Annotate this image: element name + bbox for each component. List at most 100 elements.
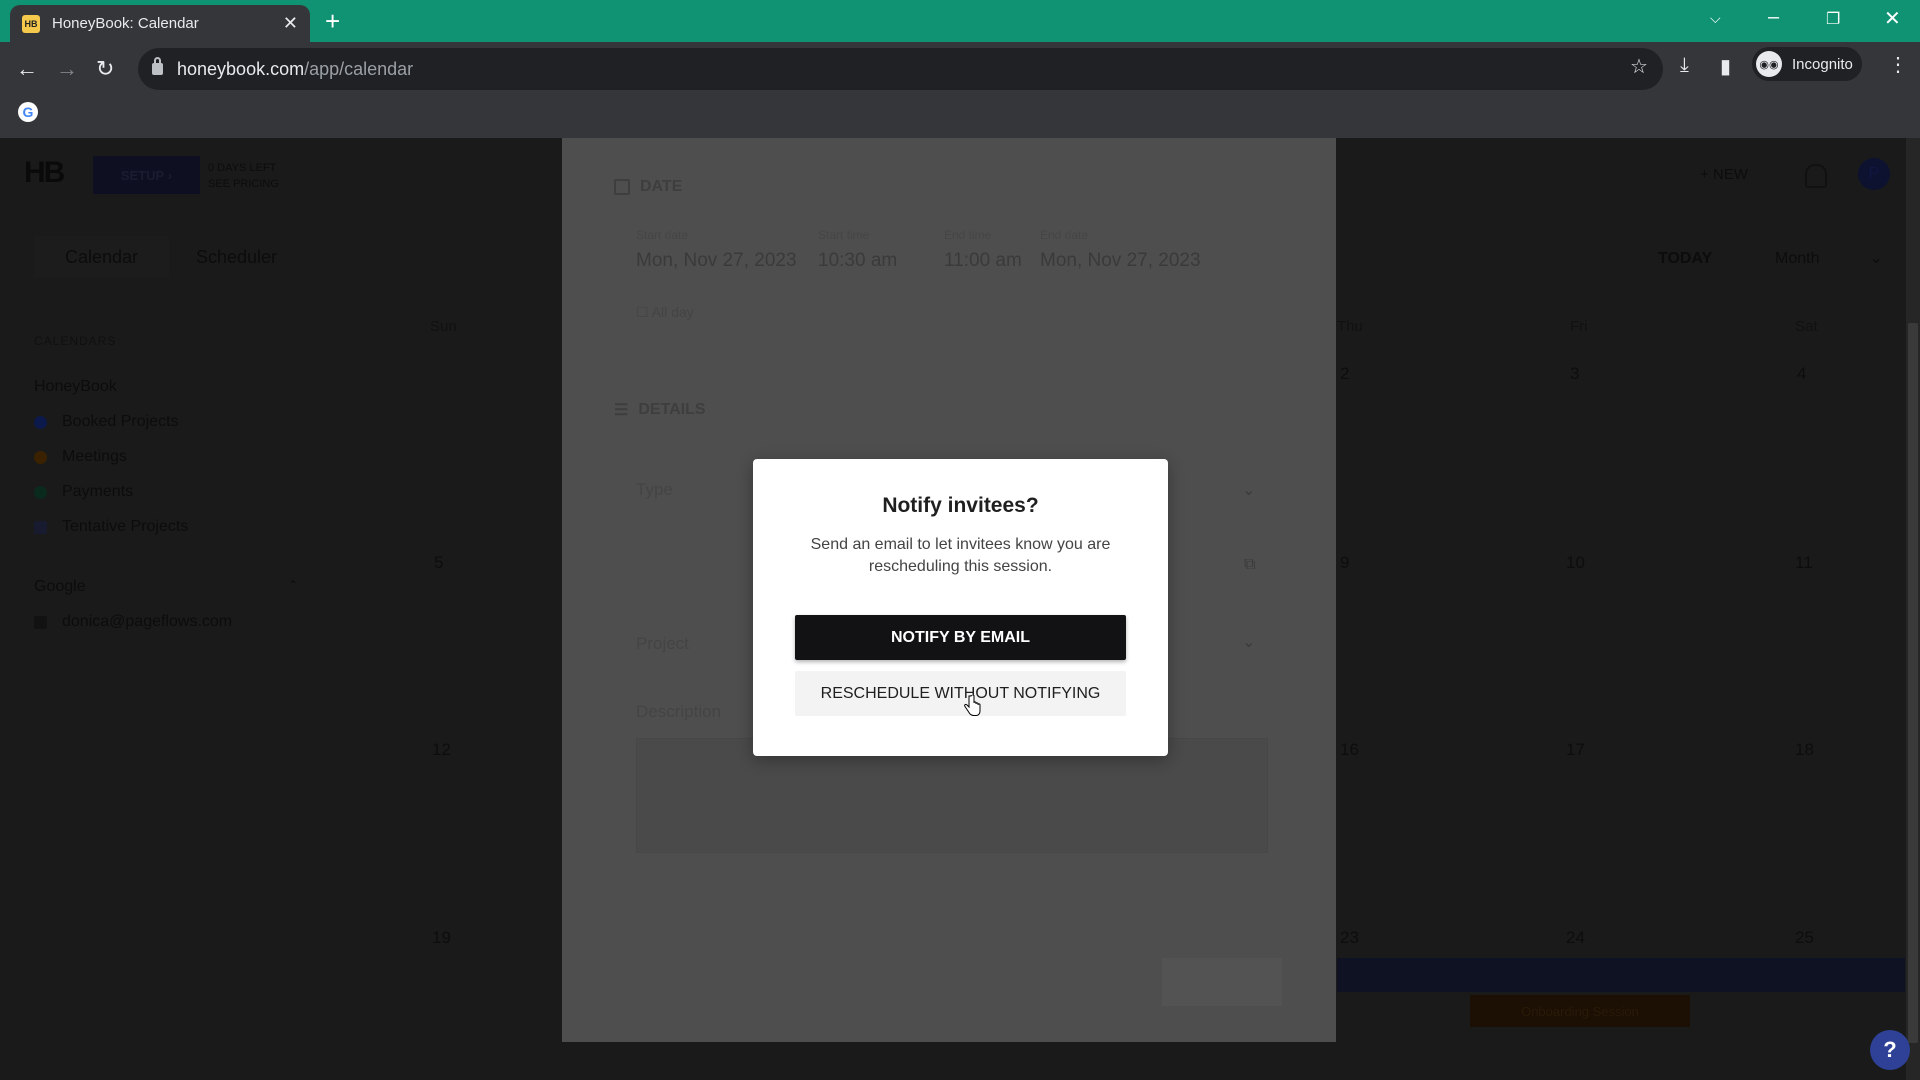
forward-icon[interactable]: → [56,56,78,82]
weekday-header: Fri [1570,318,1588,335]
tab-calendar[interactable]: Calendar [34,236,169,278]
honeybook-favicon-icon: HB [22,14,40,33]
scrollbar-thumb[interactable] [1908,323,1918,1043]
new-button[interactable]: + NEW [1700,166,1748,183]
setup-button[interactable]: SETUP › [93,156,200,194]
tab-title: HoneyBook: Calendar [52,15,199,32]
color-dot-icon [34,450,47,464]
help-button[interactable]: ? [1870,1030,1910,1070]
view-tabs: Calendar Scheduler [34,236,304,278]
url-host: honeybook.com [177,58,305,79]
all-day-checkbox[interactable]: ☐ All day [636,304,694,321]
start-date-field[interactable]: Mon, Nov 27, 2023 [636,250,797,272]
reschedule-without-notifying-button[interactable]: RESCHEDULE WITHOUT NOTIFYING [795,671,1126,716]
download-icon[interactable]: ⤓ [1680,54,1689,77]
trial-info[interactable]: 0 DAYS LEFT SEE PRICING [208,160,279,192]
color-dot-icon [34,520,47,534]
incognito-label: Incognito [1792,55,1853,73]
calendar-item-label: Tentative Projects [62,518,189,535]
details-section-heading: ☰ DETAILS [614,400,706,420]
bookmark-star-icon[interactable]: ☆ [1630,54,1648,79]
day-number[interactable]: 17 [1566,740,1585,760]
reload-icon[interactable]: ↻ [96,56,114,82]
notifications-bell-icon[interactable] [1805,164,1827,188]
browser-toolbar: ← → ↻ honeybook.com/app/calendar ☆ ⤓ ▮ ◉… [0,42,1920,138]
end-date-label: End date [1040,228,1089,242]
day-number[interactable]: 23 [1340,928,1359,948]
side-panel-icon[interactable]: ▮ [1720,54,1731,79]
calendar-item-label: Booked Projects [62,413,179,430]
end-time-field[interactable]: 11:00 am [944,250,1022,272]
chevron-down-icon: ⌄ [1242,634,1256,651]
weekday-header: Thu [1337,318,1363,335]
browser-menu-icon[interactable]: ⋮ [1888,52,1908,77]
meeting-event-chip[interactable]: Onboarding Session [1470,995,1690,1027]
calendar-icon [614,179,630,195]
day-number[interactable]: 12 [432,740,451,760]
save-button[interactable] [1162,958,1282,1006]
tab-search-chevron-icon[interactable]: ⌵ [1710,10,1721,27]
view-select[interactable]: Month ⌄ [1775,248,1883,268]
date-section-heading: DATE [614,178,682,196]
day-number[interactable]: 4 [1797,364,1806,384]
start-date-label: Start date [636,228,689,242]
external-link-icon[interactable]: ⧉ [1244,556,1255,574]
day-number[interactable]: 11 [1795,553,1813,573]
calendar-item[interactable]: Tentative Projects [34,518,188,536]
chevron-down-icon: ⌄ [1869,250,1883,267]
browser-titlebar: HB HoneyBook: Calendar ✕ + ⌵ – ❐ ✕ [0,0,1920,42]
day-number[interactable]: 3 [1570,364,1579,384]
day-number[interactable]: 25 [1795,928,1814,948]
close-tab-icon[interactable]: ✕ [283,13,298,34]
user-avatar[interactable]: P [1858,158,1890,190]
incognito-profile[interactable]: ◉◉ Incognito [1752,47,1862,81]
new-tab-button[interactable]: + [325,6,340,36]
end-time-label: End time [944,228,992,242]
color-dot-icon [34,485,47,499]
hand-cursor-icon [964,695,981,716]
calendar-item-label: donica@pageflows.com [62,613,233,630]
calendar-group-google: Google [34,578,86,595]
calendar-item[interactable]: Payments [34,483,133,501]
today-button[interactable]: TODAY [1658,250,1712,268]
address-bar[interactable]: honeybook.com/app/calendar [138,48,1663,90]
back-icon[interactable]: ← [16,56,38,82]
end-date-field[interactable]: Mon, Nov 27, 2023 [1040,250,1201,272]
day-number[interactable]: 9 [1340,553,1349,573]
page-scrollbar[interactable] [1906,138,1920,1080]
collapse-chevron-icon[interactable]: ⌃ [288,578,298,592]
day-number[interactable]: 16 [1340,740,1359,760]
calendar-item[interactable]: Meetings [34,448,127,466]
all-day-label: All day [651,304,694,320]
browser-tab[interactable]: HB HoneyBook: Calendar ✕ [10,5,310,42]
weekday-header: Sun [430,318,457,335]
calendar-group-honeybook: HoneyBook [34,378,117,395]
color-dot-icon [34,615,47,629]
calendar-item-label: Payments [62,483,134,500]
project-select[interactable]: Project [636,634,689,654]
details-lines-icon: ☰ [614,402,629,419]
close-window-button[interactable]: ✕ [1884,6,1901,31]
calendar-item[interactable]: donica@pageflows.com [34,613,232,631]
minimize-button[interactable]: – [1768,6,1779,29]
day-number[interactable]: 10 [1566,553,1585,573]
trial-days-left: 0 DAYS LEFT [208,162,277,174]
type-select[interactable]: Type [636,480,673,500]
see-pricing-link[interactable]: SEE PRICING [208,176,279,192]
date-section-label: DATE [640,178,683,195]
tab-scheduler[interactable]: Scheduler [169,236,304,278]
day-number[interactable]: 19 [432,928,451,948]
calendar-item[interactable]: Booked Projects [34,413,179,431]
notify-by-email-button[interactable]: NOTIFY BY EMAIL [795,615,1126,660]
day-number[interactable]: 5 [434,553,443,573]
honeybook-logo[interactable]: HB [24,156,65,190]
day-number[interactable]: 18 [1795,740,1814,760]
day-number[interactable]: 2 [1340,364,1349,384]
lock-icon [152,57,163,75]
restore-button[interactable]: ❐ [1826,9,1840,29]
color-dot-icon [34,415,47,429]
start-time-field[interactable]: 10:30 am [818,250,897,272]
day-number[interactable]: 24 [1566,928,1585,948]
booked-project-event[interactable] [1337,958,1905,992]
google-bookmark-icon[interactable]: G [18,102,38,122]
